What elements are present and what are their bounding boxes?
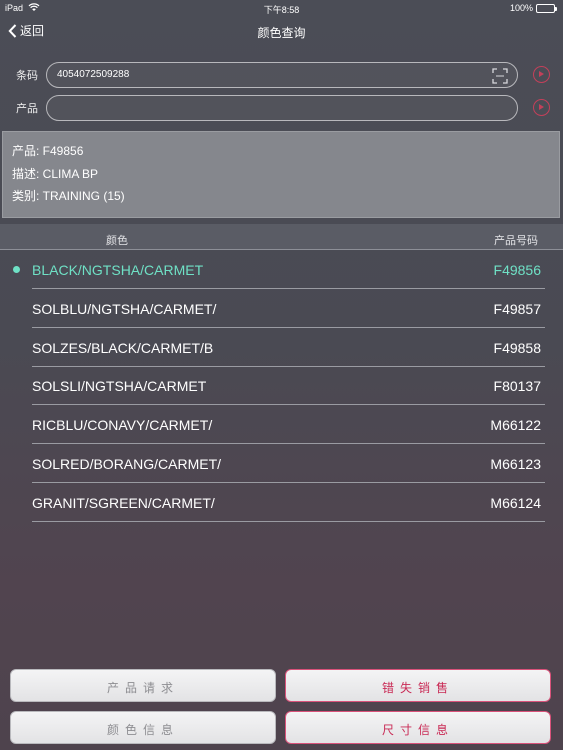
row-color: GRANIT/SGREEN/CARMET/ <box>32 495 215 511</box>
row-color: SOLRED/BORANG/CARMET/ <box>32 456 222 472</box>
table-header: 颜色 产品号码 <box>0 224 563 250</box>
status-time: 下午8:58 <box>263 5 300 15</box>
barcode-input[interactable]: 4054072509288 <box>46 62 518 88</box>
table-row[interactable]: RICBLU/CONAVY/CARMET/ M66122 <box>0 405 563 444</box>
info-description: 描述: CLIMA BP <box>12 167 99 181</box>
barcode-label: 条码 <box>16 70 38 82</box>
row-color: SOLSLI/NGTSHA/CARMET <box>32 378 207 394</box>
row-code: F49857 <box>493 301 541 317</box>
size-info-button[interactable]: 尺寸信息 <box>285 711 551 744</box>
info-product: 产品: F49856 <box>12 144 84 158</box>
row-color: SOLZES/BLACK/CARMET/B <box>32 340 214 356</box>
row-code: M66122 <box>490 417 541 433</box>
color-info-button[interactable]: 颜色信息 <box>10 711 276 744</box>
row-code: F49858 <box>493 340 541 356</box>
row-code: M66123 <box>490 456 541 472</box>
row-color: BLACK/NGTSHA/CARMET <box>32 262 204 278</box>
product-row: 产品 <box>0 93 563 123</box>
row-color: RICBLU/CONAVY/CARMET/ <box>32 417 213 433</box>
row-code: F49856 <box>493 262 541 278</box>
header-code: 产品号码 <box>494 235 538 247</box>
status-bar: iPad 下午8:58 100% <box>0 0 563 16</box>
nav-bar: 返回 颜色查询 <box>0 16 563 46</box>
table-row[interactable]: BLACK/NGTSHA/CARMET F49856 <box>0 250 563 289</box>
barcode-go-button[interactable] <box>533 66 550 83</box>
product-info-panel: 产品: F49856 描述: CLIMA BP 类别: TRAINING (15… <box>2 131 560 218</box>
page-title: 颜色查询 <box>257 26 306 40</box>
battery-percent: 100% <box>509 3 533 13</box>
product-input[interactable] <box>46 95 518 121</box>
barcode-value: 4054072509288 <box>57 69 130 80</box>
product-label: 产品 <box>16 103 38 115</box>
lost-sales-button[interactable]: 错失销售 <box>285 669 551 702</box>
table-row[interactable]: SOLZES/BLACK/CARMET/B F49858 <box>0 328 563 367</box>
table-row[interactable]: SOLBLU/NGTSHA/CARMET/ F49857 <box>0 289 563 328</box>
row-divider <box>32 521 545 522</box>
row-code: F80137 <box>493 378 541 394</box>
selected-dot-icon <box>13 266 20 273</box>
scan-icon[interactable] <box>492 68 508 84</box>
product-request-button[interactable]: 产品请求 <box>10 669 276 702</box>
table-row[interactable]: SOLRED/BORANG/CARMET/ M66123 <box>0 444 563 483</box>
row-color: SOLBLU/NGTSHA/CARMET/ <box>32 301 217 317</box>
product-go-button[interactable] <box>533 99 550 116</box>
barcode-row: 条码 4054072509288 <box>0 60 563 90</box>
header-color: 颜色 <box>106 235 128 247</box>
row-code: M66124 <box>490 495 541 511</box>
battery-icon <box>536 4 557 13</box>
info-category: 类别: TRAINING (15) <box>12 189 125 203</box>
table-row[interactable]: GRANIT/SGREEN/CARMET/ M66124 <box>0 483 563 522</box>
table-row[interactable]: SOLSLI/NGTSHA/CARMET F80137 <box>0 366 563 405</box>
